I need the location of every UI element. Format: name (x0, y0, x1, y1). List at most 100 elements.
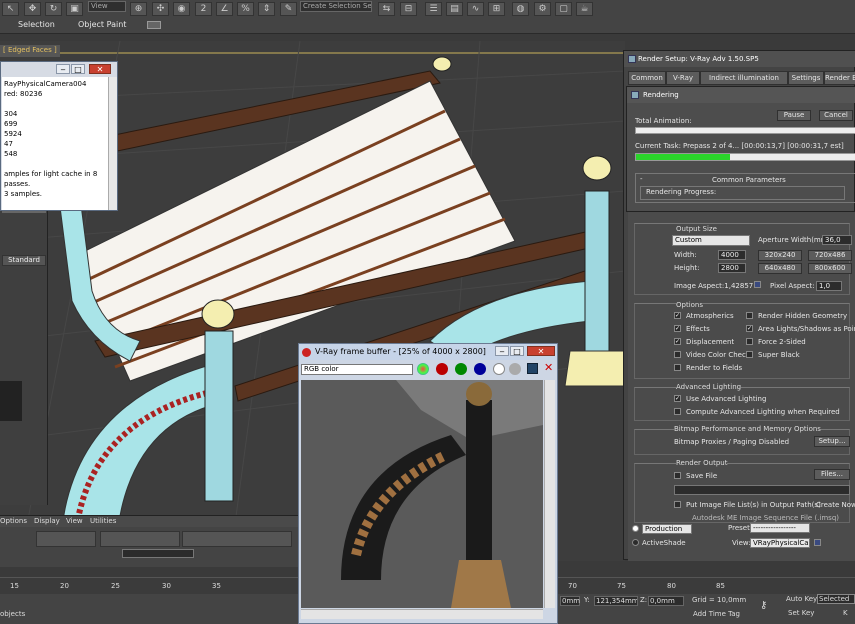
percent-snap-icon[interactable]: % (237, 2, 254, 16)
common-params-header[interactable]: Common Parameters (712, 176, 786, 184)
log-scrollbar[interactable] (108, 77, 117, 210)
curve-editor-icon[interactable]: ∿ (467, 2, 484, 16)
selection-tools-icon[interactable] (182, 531, 292, 547)
height-input[interactable]: 2800 (718, 263, 746, 273)
render-setup-titlebar[interactable]: Render Setup: V-Ray Adv 1.50.SP5 (624, 51, 855, 67)
preset-320x240-button[interactable]: 320x240 (758, 250, 802, 261)
tab-vray[interactable]: V-Ray (666, 71, 700, 85)
render-setup-icon[interactable]: ⚙ (534, 2, 551, 16)
displacement-checkbox[interactable]: ✓ (674, 338, 681, 345)
fb-maximize-button[interactable]: □ (510, 346, 524, 356)
render-hidden-geometry-checkbox[interactable] (746, 312, 753, 319)
blue-channel-icon[interactable] (474, 363, 486, 375)
menu-options[interactable]: Options (0, 517, 27, 525)
video-color-check-checkbox[interactable] (674, 351, 681, 358)
preset-select[interactable]: ----------------- (750, 523, 810, 533)
pixel-aspect-input[interactable]: 1,0 (816, 281, 842, 291)
mono-channel-icon[interactable] (509, 363, 521, 375)
key-icon[interactable]: ⚷ (760, 600, 767, 611)
menu-view[interactable]: View (66, 517, 83, 525)
x-coordinate-field[interactable]: 0mm (560, 596, 580, 606)
rgb-channel-icon[interactable] (417, 363, 429, 375)
move-icon[interactable]: ✥ (24, 2, 41, 16)
render-to-fields-checkbox[interactable] (674, 364, 681, 371)
render-icon[interactable]: ◉ (173, 2, 190, 16)
pause-button[interactable]: Pause (777, 110, 811, 121)
fb-close-button[interactable]: ✕ (527, 346, 555, 356)
spline-tools-icon[interactable] (36, 531, 96, 547)
tab-common[interactable]: Common (628, 71, 666, 85)
preset-640x480-button[interactable]: 640x480 (758, 263, 802, 274)
rendered-image[interactable] (301, 380, 543, 608)
scene-explorer-icon[interactable]: ▤ (446, 2, 463, 16)
fb-horizontal-scrollbar[interactable] (301, 609, 543, 619)
log-window-titlebar[interactable]: ‒ □ ✕ (1, 62, 117, 76)
select-icon[interactable]: ↖ (2, 2, 19, 16)
snap-icon[interactable]: 2 (195, 2, 212, 16)
green-channel-icon[interactable] (455, 363, 467, 375)
view-lock-icon[interactable] (814, 539, 821, 546)
production-radio[interactable] (632, 525, 639, 532)
align-icon[interactable]: ⊟ (400, 2, 417, 16)
save-file-checkbox[interactable] (674, 472, 681, 479)
layer-icon[interactable]: ☰ (425, 2, 442, 16)
material-editor-icon[interactable]: ◍ (512, 2, 529, 16)
vertex-tools-icon[interactable] (100, 531, 180, 547)
force-2sided-checkbox[interactable] (746, 338, 753, 345)
menu-display[interactable]: Display (34, 517, 60, 525)
fb-vertical-scrollbar[interactable] (544, 380, 555, 608)
alpha-channel-icon[interactable] (493, 363, 505, 375)
y-coordinate-field[interactable]: 121,354mm (594, 596, 638, 606)
rollout-collapse-icon[interactable]: - (640, 175, 643, 183)
view-select[interactable]: VRayPhysicalCa (750, 538, 810, 548)
aperture-input[interactable]: 36,0 (822, 235, 852, 245)
mirror-icon[interactable]: ⇆ (378, 2, 395, 16)
autodesk-imsq-option[interactable]: Autodesk ME Image Sequence File (.imsq) (692, 514, 839, 522)
lock-aspect-icon[interactable] (754, 281, 761, 288)
scale-icon[interactable]: ▣ (66, 2, 83, 16)
tab-render-elements[interactable]: Render E (824, 71, 855, 85)
clear-image-icon[interactable]: ✕ (544, 361, 553, 374)
add-time-tag[interactable]: Add Time Tag (693, 610, 740, 618)
auto-key-select[interactable]: Selected (817, 594, 855, 604)
width-input[interactable]: 4000 (718, 250, 746, 260)
z-coordinate-field[interactable]: 0,0mm (648, 596, 684, 606)
minimize-button[interactable]: ‒ (56, 64, 70, 74)
bitmap-setup-button[interactable]: Setup... (814, 436, 850, 447)
cancel-button[interactable]: Cancel (819, 110, 853, 121)
tab-settings[interactable]: Settings (788, 71, 824, 85)
atmospherics-checkbox[interactable]: ✓ (674, 312, 681, 319)
object-paint-ribbon-tab[interactable]: Object Paint (78, 20, 126, 29)
angle-snap-icon[interactable]: ∠ (216, 2, 233, 16)
compute-advanced-lighting-checkbox[interactable] (674, 408, 681, 415)
put-image-list-checkbox[interactable] (674, 501, 681, 508)
rendered-frame-icon[interactable]: ▢ (555, 2, 572, 16)
output-size-preset[interactable]: Custom (672, 235, 750, 246)
red-channel-icon[interactable] (436, 363, 448, 375)
close-button[interactable]: ✕ (89, 64, 111, 74)
reference-coordinate-select[interactable]: View (88, 1, 126, 12)
create-now-button[interactable]: Create Now (816, 501, 855, 509)
standard-dropdown[interactable]: Standard (2, 255, 46, 266)
tab-indirect-illumination[interactable]: Indirect illumination (700, 71, 788, 85)
named-selection-set[interactable]: Create Selection Se (300, 1, 372, 12)
rendering-titlebar[interactable]: Rendering (627, 87, 855, 103)
selection-ribbon-tab[interactable]: Selection (18, 20, 55, 29)
production-select[interactable]: Production (642, 524, 692, 534)
schematic-icon[interactable]: ⊞ (488, 2, 505, 16)
viewport-label[interactable]: [ Edged Faces ] (0, 45, 60, 57)
rotate-icon[interactable]: ↻ (45, 2, 62, 16)
activeshade-radio[interactable] (632, 539, 639, 546)
effects-checkbox[interactable]: ✓ (674, 325, 681, 332)
set-key-button[interactable]: Set Key (788, 609, 814, 617)
ribbon-options-icon[interactable] (147, 21, 161, 29)
area-lights-checkbox[interactable]: ✓ (746, 325, 753, 332)
save-image-icon[interactable] (527, 363, 538, 374)
use-advanced-lighting-checkbox[interactable]: ✓ (674, 395, 681, 402)
key-filters-button[interactable]: K (843, 609, 848, 617)
render-production-icon[interactable]: ☕ (576, 2, 593, 16)
channel-select[interactable]: RGB color (301, 364, 413, 375)
menu-utilities[interactable]: Utilities (90, 517, 116, 525)
files-button[interactable]: Files... (814, 469, 850, 480)
spinner-snap-icon[interactable]: ⇕ (258, 2, 275, 16)
